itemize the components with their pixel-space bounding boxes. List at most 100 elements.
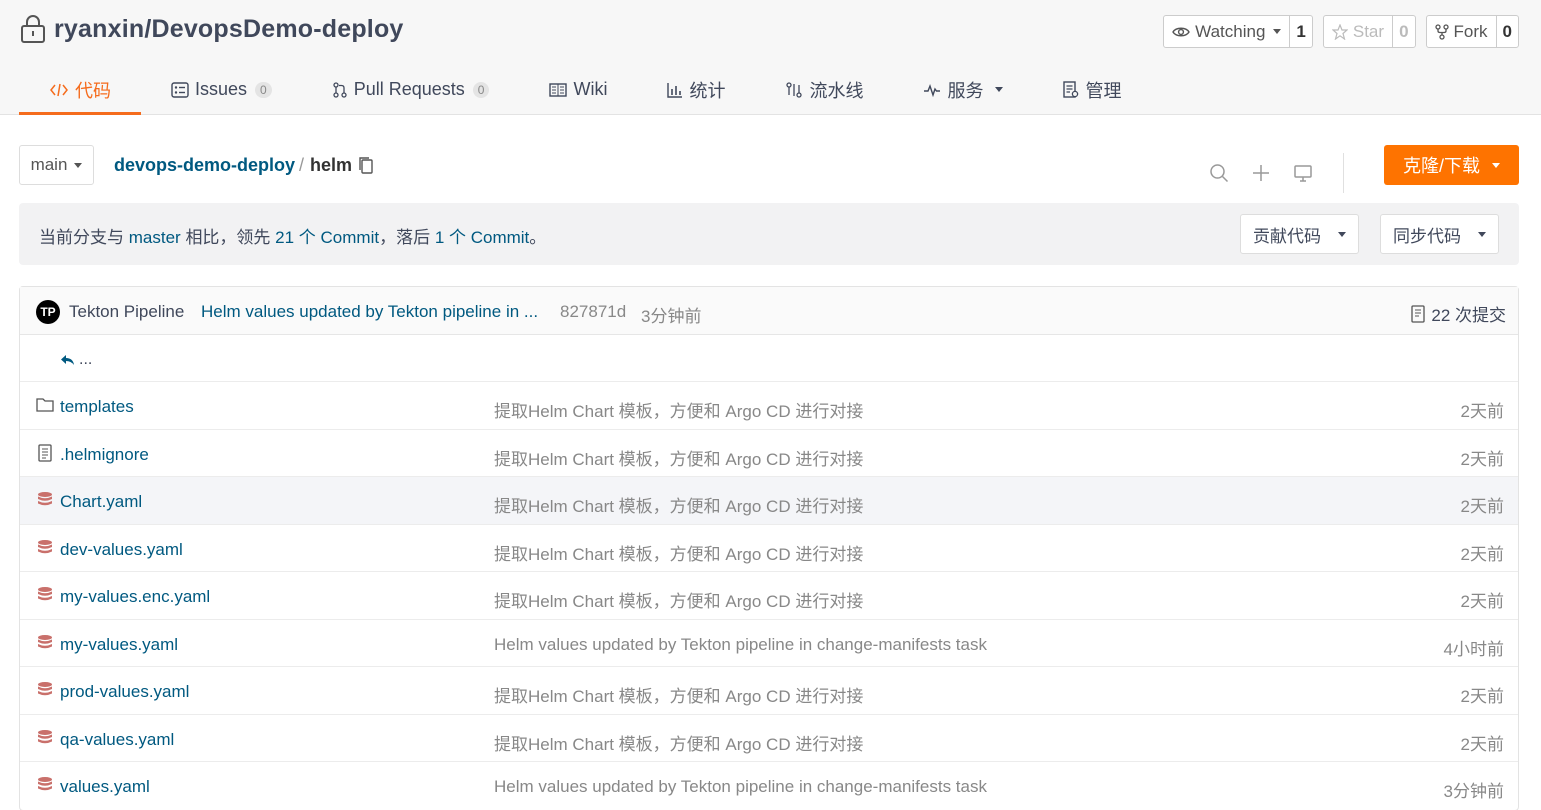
tab-services[interactable]: 服务 <box>893 67 1033 115</box>
yaml-file-icon <box>38 539 52 553</box>
tab-pull-requests[interactable]: Pull Requests 0 <box>302 67 520 115</box>
manage-icon <box>1063 80 1079 98</box>
repo-name-link[interactable]: ryanxin/DevopsDemo-deploy <box>54 15 404 44</box>
file-row[interactable]: Chart.yaml 提取Helm Chart 模板，方便和 Argo CD 进行… <box>20 477 1518 525</box>
file-row[interactable]: my-values.yaml Helm values updated by Tek… <box>20 620 1518 667</box>
clone-download-button[interactable]: 克隆/下载 <box>1384 145 1519 185</box>
file-commit-message[interactable]: 提取Helm Chart 模板，方便和 Argo CD 进行对接 <box>494 492 863 517</box>
file-commit-message[interactable]: 提取Helm Chart 模板，方便和 Argo CD 进行对接 <box>494 397 863 422</box>
repo-header: ryanxin/DevopsDemo-deploy Watching 1 Sta… <box>0 0 1541 115</box>
watch-count[interactable]: 1 <box>1289 16 1311 47</box>
commit-sha[interactable]: 827871d <box>560 302 626 322</box>
file-toolbar: main devops-demo-deploy / helm 克隆/下载 <box>19 145 1519 193</box>
web-ide-icon[interactable] <box>1293 163 1313 183</box>
branch-name: main <box>30 155 68 174</box>
tab-issues-label: Issues <box>195 79 248 99</box>
yaml-file-icon <box>38 682 52 696</box>
chevron-down-icon <box>1273 29 1282 34</box>
file-row[interactable]: templates 提取Helm Chart 模板，方便和 Argo CD 进行对… <box>20 382 1518 430</box>
file-name-link[interactable]: templates <box>60 397 134 417</box>
sync-label: 同步代码 <box>1393 226 1461 246</box>
file-row[interactable]: my-values.enc.yaml 提取Helm Chart 模板，方便和 Ar… <box>20 572 1518 620</box>
commit-count-link[interactable]: 22 次提交 <box>1411 301 1506 326</box>
compare-branch-link[interactable]: master <box>129 228 181 247</box>
clone-download-label: 克隆/下载 <box>1402 156 1480 176</box>
tab-pipeline[interactable]: 流水线 <box>755 67 893 115</box>
file-commit-time: 2天前 <box>1460 687 1504 706</box>
file-name-link[interactable]: values.yaml <box>60 777 150 797</box>
add-file-icon[interactable] <box>1251 163 1271 183</box>
watch-label: Watching <box>1195 21 1266 41</box>
file-name-link[interactable]: dev-values.yaml <box>60 540 183 560</box>
tab-services-label: 服务 <box>947 80 984 101</box>
pull-request-icon <box>333 81 347 98</box>
file-commit-message[interactable]: 提取Helm Chart 模板，方便和 Argo CD 进行对接 <box>494 587 863 612</box>
branch-select[interactable]: main <box>19 145 94 185</box>
commits-icon <box>1411 304 1426 323</box>
breadcrumb: devops-demo-deploy / helm <box>114 155 374 176</box>
last-commit-row: TP Tekton Pipeline Helm values updated b… <box>20 287 1518 335</box>
file-name-link[interactable]: Chart.yaml <box>60 492 142 512</box>
file-name-link[interactable]: my-values.yaml <box>60 635 178 655</box>
search-icon[interactable] <box>1209 163 1229 183</box>
file-commit-message[interactable]: Helm values updated by Tekton pipeline i… <box>494 777 987 797</box>
file-commit-time: 2天前 <box>1460 734 1504 754</box>
tab-stats-label: 统计 <box>689 80 726 101</box>
chevron-down-icon <box>1478 231 1486 237</box>
eye-icon <box>1172 27 1190 36</box>
tab-pipeline-label: 流水线 <box>809 80 864 101</box>
tab-code[interactable]: 代码 <box>19 67 141 115</box>
fork-button[interactable]: Fork 0 <box>1425 15 1519 48</box>
wiki-icon <box>549 82 568 97</box>
fork-icon <box>1434 23 1449 40</box>
file-commit-message[interactable]: Helm values updated by Tekton pipeline i… <box>494 635 987 655</box>
ahead-commits-link[interactable]: 21 个 Commit <box>275 228 379 247</box>
tab-manage[interactable]: 管理 <box>1033 67 1151 115</box>
yaml-file-icon <box>38 729 52 743</box>
yaml-file-icon <box>38 492 52 506</box>
file-row[interactable]: values.yaml Helm values updated by Tekton… <box>20 762 1518 810</box>
file-name-link[interactable]: qa-values.yaml <box>60 730 174 750</box>
issues-icon <box>171 81 189 98</box>
tab-wiki[interactable]: Wiki <box>519 67 637 115</box>
file-row[interactable]: qa-values.yaml 提取Helm Chart 模板，方便和 Argo C… <box>20 715 1518 762</box>
compare-sep: ，落后 <box>379 228 431 247</box>
branch-compare-bar: 当前分支与 master 相比，领先 21 个 Commit，落后 1 个 Co… <box>19 203 1519 265</box>
contribute-button[interactable]: 贡献代码 <box>1240 214 1359 254</box>
commit-message-link[interactable]: Helm values updated by Tekton pipeline i… <box>201 302 538 322</box>
file-commit-time: 2天前 <box>1460 592 1504 611</box>
file-commit-time: 2天前 <box>1460 497 1504 516</box>
contribute-label: 贡献代码 <box>1253 226 1321 246</box>
stats-icon <box>667 82 683 98</box>
avatar[interactable]: TP <box>36 300 60 324</box>
tab-issues[interactable]: Issues 0 <box>141 67 302 115</box>
compare-prefix: 当前分支与 <box>39 228 124 247</box>
file-list: TP Tekton Pipeline Helm values updated b… <box>19 286 1519 810</box>
file-name-link[interactable]: my-values.enc.yaml <box>60 587 210 607</box>
file-row[interactable]: prod-values.yaml 提取Helm Chart 模板，方便和 Argo… <box>20 667 1518 715</box>
commit-count-label: 22 次提交 <box>1431 306 1506 325</box>
commit-author[interactable]: Tekton Pipeline <box>69 302 184 322</box>
file-row[interactable]: dev-values.yaml 提取Helm Chart 模板，方便和 Argo … <box>20 525 1518 572</box>
file-name-link[interactable]: prod-values.yaml <box>60 682 189 702</box>
file-commit-time: 2天前 <box>1460 544 1504 564</box>
file-commit-message[interactable]: 提取Helm Chart 模板，方便和 Argo CD 进行对接 <box>494 682 863 707</box>
tab-stats[interactable]: 统计 <box>637 67 755 115</box>
copy-icon[interactable] <box>358 156 374 175</box>
file-name-link[interactable]: .helmignore <box>60 445 149 465</box>
chevron-down-icon <box>1338 231 1346 237</box>
star-count[interactable]: 0 <box>1392 16 1414 47</box>
file-commit-message[interactable]: 提取Helm Chart 模板，方便和 Argo CD 进行对接 <box>494 540 863 565</box>
file-row[interactable]: .helmignore 提取Helm Chart 模板，方便和 Argo CD 进… <box>20 430 1518 477</box>
breadcrumb-separator: / <box>299 155 305 175</box>
star-label: Star <box>1352 21 1385 41</box>
breadcrumb-repo-link[interactable]: devops-demo-deploy <box>114 155 295 176</box>
watch-button[interactable]: Watching 1 <box>1163 15 1313 48</box>
fork-count[interactable]: 0 <box>1495 16 1518 47</box>
file-commit-message[interactable]: 提取Helm Chart 模板，方便和 Argo CD 进行对接 <box>494 445 863 470</box>
sync-button[interactable]: 同步代码 <box>1380 214 1499 254</box>
parent-directory-row[interactable]: ... <box>20 335 1518 382</box>
behind-commits-link[interactable]: 1 个 Commit <box>435 228 529 247</box>
file-commit-message[interactable]: 提取Helm Chart 模板，方便和 Argo CD 进行对接 <box>494 730 863 755</box>
star-button[interactable]: Star 0 <box>1322 15 1416 48</box>
